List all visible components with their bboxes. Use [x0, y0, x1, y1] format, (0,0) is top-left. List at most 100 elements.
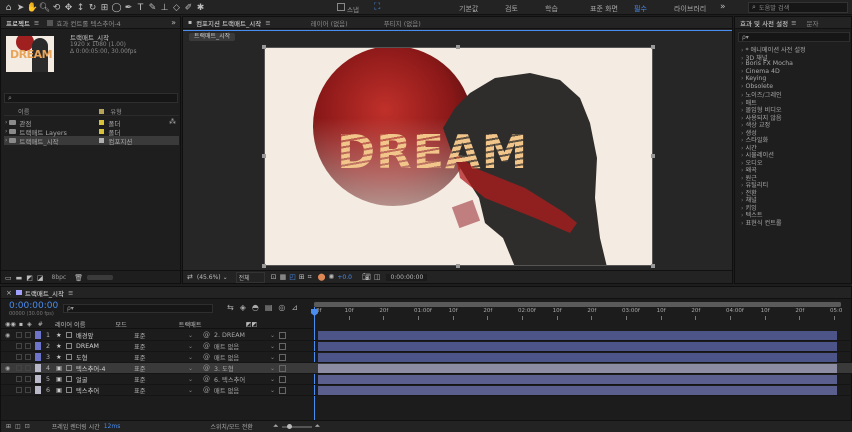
close-icon[interactable]: ×	[6, 289, 12, 297]
effect-category[interactable]: › 매트	[735, 98, 851, 107]
switches-col-icon[interactable]: ◩◩	[246, 321, 258, 328]
eraser-tool-icon[interactable]: ◇	[171, 2, 182, 13]
layer-duration-bar[interactable]	[318, 363, 837, 373]
dream-word[interactable]: DREAM	[337, 125, 528, 179]
chevron-down-icon[interactable]: ⌄	[270, 365, 275, 372]
effect-category[interactable]: › 원근	[735, 173, 851, 182]
timeline-search[interactable]: ρ▾	[63, 304, 213, 313]
effect-category[interactable]: › 노이즈/그레인	[735, 90, 851, 99]
expand-arrow-icon[interactable]: ›	[5, 137, 7, 144]
lock-icon[interactable]: ▪	[188, 19, 192, 26]
zoom-tool-icon[interactable]: 🔍︎	[39, 2, 50, 13]
lock-toggle[interactable]	[25, 354, 31, 360]
rotate-tool-icon[interactable]: ↻	[87, 2, 98, 13]
in-out-icon[interactable]: ⊡	[25, 423, 30, 430]
effect-category[interactable]: › 시간	[735, 143, 851, 152]
pick-whip-icon[interactable]: @	[203, 353, 210, 361]
layer-mode-select[interactable]: 표준	[134, 375, 188, 384]
workspace-review[interactable]: 검토	[505, 4, 518, 14]
chevron-down-icon[interactable]: ⌄	[188, 376, 193, 383]
transform-handle[interactable]	[651, 264, 655, 268]
expand-arrow-icon[interactable]: ›	[741, 68, 743, 75]
tab-layer[interactable]: 레이어 (없음)	[311, 18, 348, 28]
transform-handle[interactable]	[651, 154, 655, 158]
comp-canvas[interactable]: DREAM	[264, 47, 653, 266]
workspace-default[interactable]: 기본값	[459, 4, 478, 14]
project-settings-icon[interactable]: ◪	[37, 274, 44, 282]
layer-mode-select[interactable]: 표준	[134, 364, 188, 373]
effect-category[interactable]: › 스타일화	[735, 135, 851, 144]
home-icon[interactable]: ⌂	[3, 2, 14, 13]
tab-effect-controls[interactable]: 효과 컨트롤 텍스추어-4	[56, 18, 120, 28]
transform-handle[interactable]	[456, 264, 460, 268]
chevron-down-icon[interactable]: ⌄	[270, 354, 275, 361]
col-label-icon[interactable]	[99, 108, 105, 114]
panel-menu-icon[interactable]: ≡	[791, 19, 796, 27]
guides-icon[interactable]: ⊞	[299, 273, 305, 281]
layer-row[interactable]: ◉ 1 ★ 배경앞 표준 ⌄ @2. DREAM ⌄	[1, 330, 852, 341]
brush-tool-icon[interactable]: ✎	[147, 2, 158, 13]
draft-3d-icon[interactable]: ◈	[240, 303, 246, 312]
track-matte-select[interactable]: 매트 없음	[214, 353, 270, 362]
motion-blur-icon[interactable]: ◎	[278, 303, 285, 312]
visibility-eye-icon[interactable]: ◉	[5, 332, 13, 339]
puppet-tool-icon[interactable]: ✱	[195, 2, 206, 13]
effect-category[interactable]: › 시뮬레이션	[735, 150, 851, 159]
effect-category[interactable]: › 키잉	[735, 203, 851, 212]
panel-menu-icon[interactable]: ≡	[34, 19, 39, 27]
region-icon[interactable]: ⊡	[271, 273, 277, 281]
layer-mode-select[interactable]: 표준	[134, 342, 188, 351]
viewer-timecode[interactable]: 0:00:00:00	[386, 273, 428, 281]
chevron-down-icon[interactable]: ⌄	[270, 332, 275, 339]
col-mode[interactable]: 모드	[115, 320, 126, 329]
layer-mode-select[interactable]: 표준	[134, 331, 188, 340]
tab-timeline-comp[interactable]: 트랙매트_시작	[25, 288, 64, 298]
layer-label-color[interactable]	[35, 364, 41, 372]
layer-row[interactable]: 6 ▣ 텍스추어 표준 ⌄ @ 매트 없음 ⌄	[1, 385, 852, 396]
roto-tool-icon[interactable]: ✐	[183, 2, 194, 13]
panel-menu-icon[interactable]: ≡	[68, 289, 73, 297]
switch-toggle[interactable]	[279, 364, 287, 372]
layer-label-color[interactable]	[35, 342, 41, 350]
layer-label-color[interactable]	[35, 331, 41, 339]
workspace-essentials[interactable]: 필수	[634, 4, 647, 14]
exposure-value[interactable]: +0.0	[337, 274, 352, 281]
lock-toggle[interactable]	[25, 376, 31, 382]
workspace-menu-icon[interactable]: »	[720, 2, 726, 12]
expand-arrow-icon[interactable]: ›	[5, 119, 7, 126]
effect-category[interactable]: › 전환	[735, 188, 851, 197]
effect-category[interactable]: › 사용되지 않음	[735, 113, 851, 122]
label-col-icon[interactable]: ◈	[27, 321, 32, 328]
expand-arrow-icon[interactable]: ›	[5, 128, 7, 135]
comp-mini-flowchart-icon[interactable]: ⇆	[227, 303, 234, 312]
type-tool-icon[interactable]: T	[135, 2, 146, 13]
transform-handle[interactable]	[262, 154, 266, 158]
switch-toggle[interactable]	[279, 375, 287, 383]
shy-icon[interactable]: ◓	[252, 303, 259, 312]
zoom-slider[interactable]	[281, 423, 312, 429]
solo-toggle[interactable]	[16, 343, 22, 349]
thumbnail-slider[interactable]	[87, 275, 114, 280]
layer-mode-select[interactable]: 표준	[134, 353, 188, 362]
color-channels-icon[interactable]: ⬤	[318, 273, 326, 281]
layer-duration-bar[interactable]	[318, 385, 837, 395]
solo-toggle[interactable]	[16, 387, 22, 393]
resolution-select[interactable]: 전체	[235, 271, 265, 283]
switch-toggle[interactable]	[279, 331, 287, 339]
panel-menu-icon[interactable]: ≡	[265, 19, 270, 27]
layer-row[interactable]: 5 ▣ 얼굴 표준 ⌄ @6. 텍스추어 ⌄	[1, 374, 852, 385]
pick-whip-icon[interactable]: @	[203, 364, 210, 372]
label-swatch[interactable]	[99, 120, 105, 125]
tab-character[interactable]: 문자	[807, 18, 819, 28]
solo-toggle[interactable]	[16, 365, 22, 371]
layer-name[interactable]: 배경앞	[76, 331, 134, 340]
transform-handle[interactable]	[262, 45, 266, 49]
layer-name[interactable]: 얼굴	[76, 375, 134, 384]
new-folder-icon[interactable]: ▬	[16, 274, 23, 282]
hand-tool-icon[interactable]: ✋	[27, 2, 38, 13]
zoom-in-icon[interactable]: ⏶	[315, 422, 321, 431]
clone-tool-icon[interactable]: ⊥	[159, 2, 170, 13]
chevron-down-icon[interactable]: ⌄	[223, 274, 228, 281]
zoom-select[interactable]: (45.6%)	[197, 274, 221, 281]
pick-whip-icon[interactable]: @	[203, 375, 210, 383]
